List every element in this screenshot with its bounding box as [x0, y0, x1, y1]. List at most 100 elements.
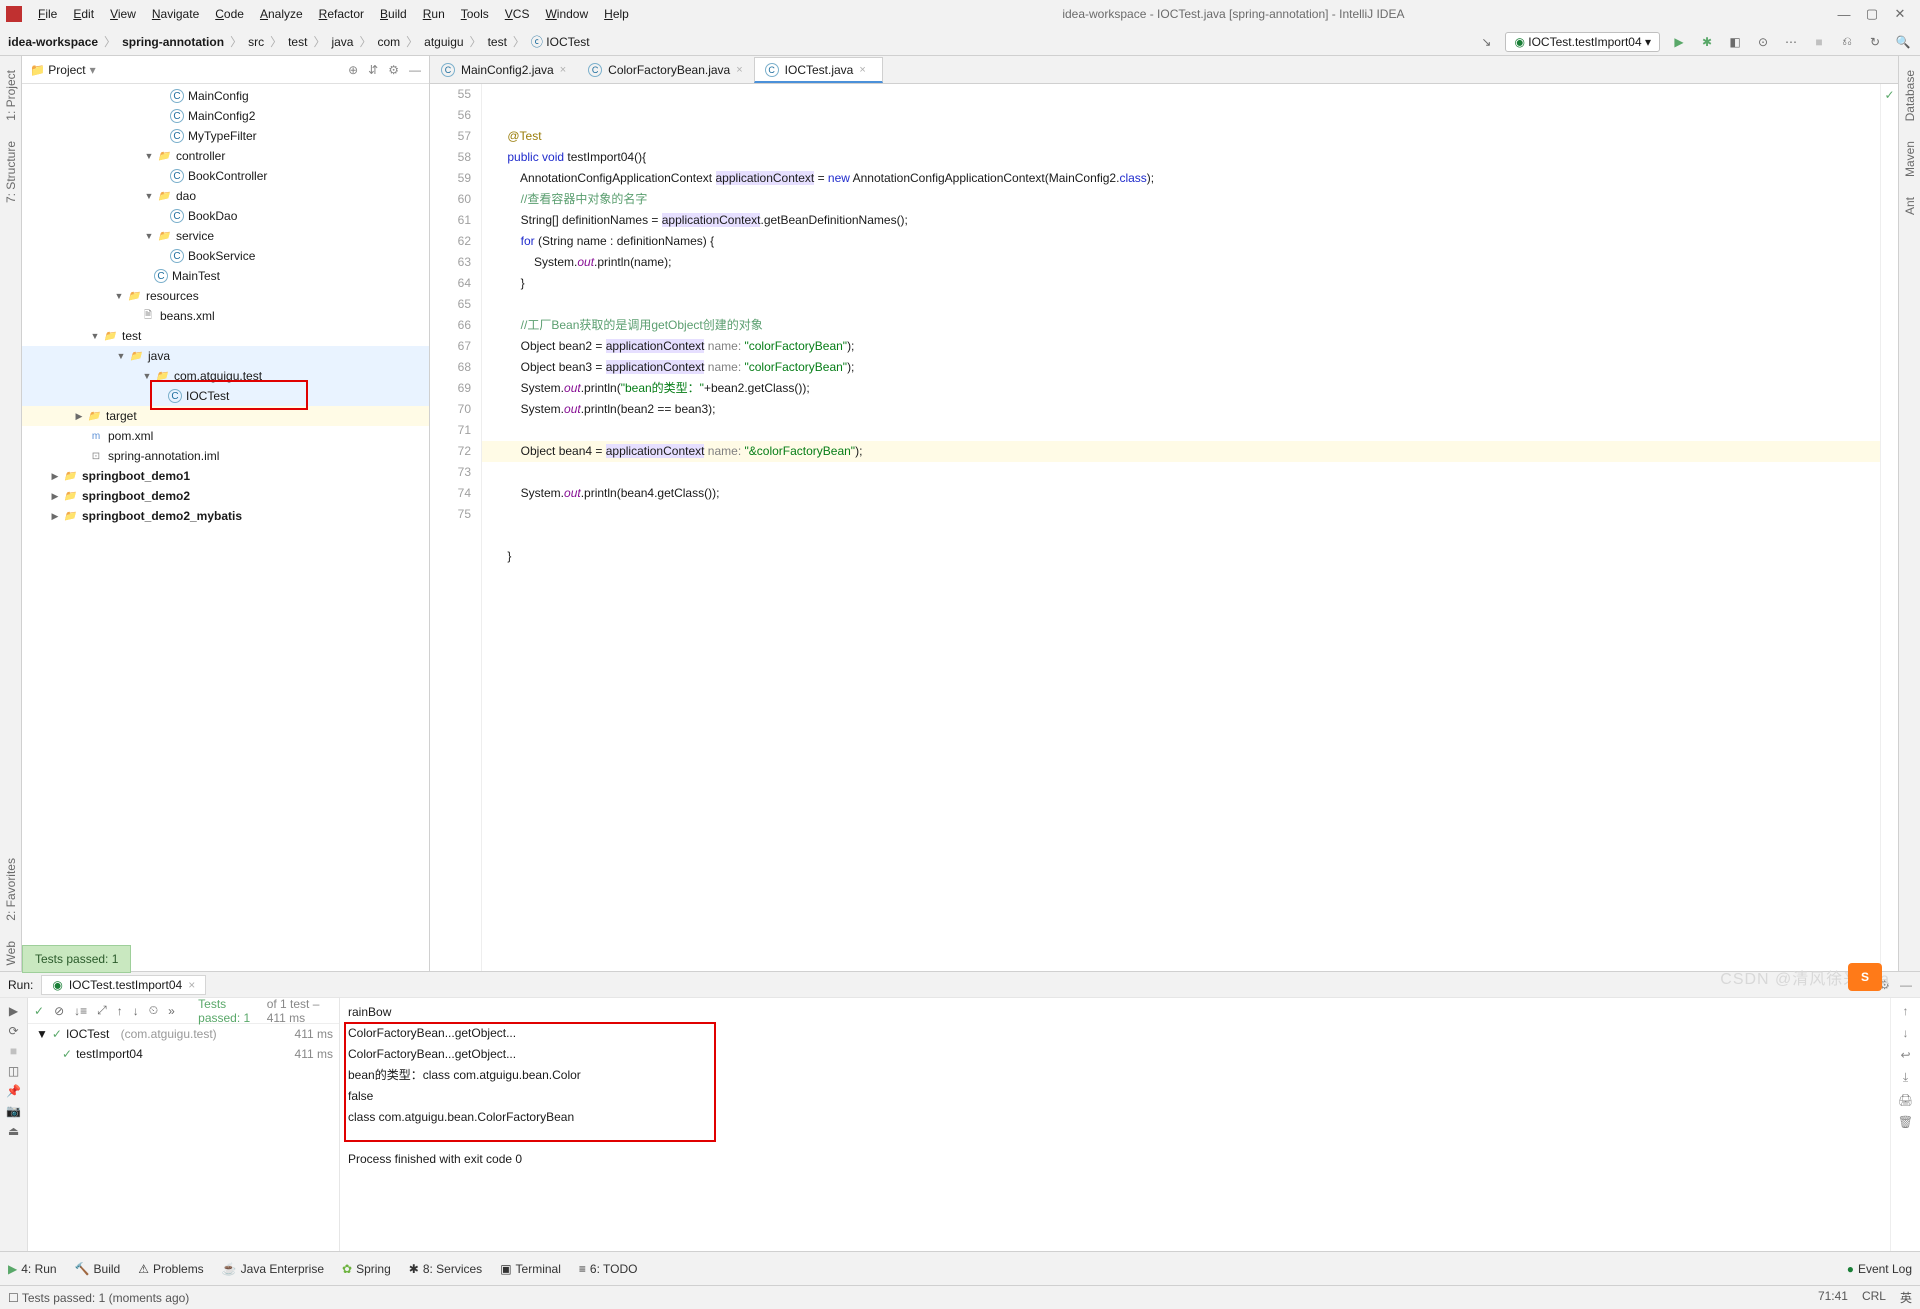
menu-refactor[interactable]: Refactor: [311, 7, 372, 21]
error-stripe[interactable]: ✓: [1880, 84, 1898, 971]
ime-lang[interactable]: 英: [1900, 1289, 1912, 1306]
locate-icon[interactable]: ⊕: [348, 63, 358, 77]
coverage-icon[interactable]: ◧: [1726, 35, 1744, 49]
test-console[interactable]: rainBow ColorFactoryBean...getObject... …: [340, 998, 1890, 1251]
check-icon[interactable]: ✓: [34, 1004, 44, 1018]
down-icon[interactable]: ↓: [133, 1004, 139, 1018]
camera-icon[interactable]: 📷: [6, 1104, 21, 1118]
project-tree[interactable]: CMainConfig CMainConfig2 CMyTypeFilter ▼…: [22, 84, 429, 971]
tree-mainconfig[interactable]: MainConfig: [188, 89, 249, 103]
expand-icon[interactable]: ⤢: [97, 1003, 107, 1018]
crumb-src[interactable]: src: [248, 35, 264, 49]
build-icon[interactable]: ↘: [1477, 35, 1495, 49]
crumb-class[interactable]: IOCTest: [546, 35, 589, 49]
tab-colorfactorybean[interactable]: CColorFactoryBean.java×: [577, 57, 754, 83]
crumb-java[interactable]: java: [331, 35, 353, 49]
menu-run[interactable]: Run: [415, 7, 453, 21]
bottom-javaee[interactable]: ☕Java Enterprise: [222, 1262, 324, 1276]
history-icon[interactable]: ⏲: [149, 1003, 158, 1018]
close-icon[interactable]: ×: [188, 978, 195, 992]
menu-window[interactable]: Window: [537, 7, 596, 21]
rail-favorites[interactable]: 2: Favorites: [4, 852, 18, 927]
layout-icon[interactable]: ◫: [8, 1064, 19, 1078]
maximize-button[interactable]: ▢: [1858, 6, 1886, 22]
bottom-eventlog[interactable]: ●Event Log: [1847, 1262, 1912, 1276]
menu-navigate[interactable]: Navigate: [144, 7, 207, 21]
ime-indicator-icon[interactable]: S: [1848, 963, 1882, 991]
run-icon[interactable]: ▶: [1670, 35, 1688, 49]
rail-project[interactable]: 1: Project: [4, 64, 18, 127]
menu-build[interactable]: Build: [372, 7, 415, 21]
tab-mainconfig2[interactable]: CMainConfig2.java×: [430, 57, 577, 83]
rail-structure[interactable]: 7: Structure: [4, 135, 18, 209]
menu-code[interactable]: Code: [207, 7, 252, 21]
crumb-test[interactable]: test: [288, 35, 307, 49]
close-button[interactable]: ✕: [1886, 6, 1914, 22]
tab-ioctest[interactable]: CIOCTest.java×: [754, 57, 883, 83]
print-icon[interactable]: 🖨: [1898, 1093, 1913, 1107]
update-icon[interactable]: ↻: [1866, 35, 1884, 49]
tree-target[interactable]: target: [106, 409, 137, 423]
search-icon[interactable]: 🔍: [1894, 35, 1912, 49]
tree-demo1[interactable]: springboot_demo1: [82, 469, 190, 483]
stop-icon[interactable]: ■: [10, 1044, 17, 1058]
soft-wrap-icon[interactable]: ↩: [1900, 1048, 1910, 1062]
tree-mainconfig2[interactable]: MainConfig2: [188, 109, 255, 123]
exit-icon[interactable]: ⏏: [8, 1124, 19, 1138]
tree-java[interactable]: java: [148, 349, 170, 363]
gear-icon[interactable]: ⚙: [388, 63, 399, 77]
run-tab[interactable]: ◉IOCTest.testImport04×: [41, 975, 206, 995]
tree-mytypefilter[interactable]: MyTypeFilter: [188, 129, 257, 143]
toggle-icon[interactable]: ⟳: [8, 1024, 18, 1038]
crumb-workspace[interactable]: idea-workspace: [8, 35, 98, 49]
run-config-selector[interactable]: ◉ IOCTest.testImport04 ▾: [1505, 32, 1660, 52]
bottom-run[interactable]: ▶4: Run: [8, 1262, 57, 1276]
bottom-todo[interactable]: ≡6: TODO: [579, 1262, 638, 1276]
attach-icon[interactable]: ⋯: [1782, 35, 1800, 49]
profile-icon[interactable]: ⊙: [1754, 35, 1772, 49]
crumb-module[interactable]: spring-annotation: [122, 35, 224, 49]
close-icon[interactable]: ×: [560, 64, 566, 76]
crumb-testpkg[interactable]: test: [488, 35, 507, 49]
clear-icon[interactable]: 🗑: [1898, 1115, 1913, 1129]
tree-dao[interactable]: dao: [176, 189, 196, 203]
stop-icon[interactable]: ■: [1810, 35, 1828, 49]
tree-pkg[interactable]: com.atguigu.test: [174, 369, 262, 383]
test-root[interactable]: ▼✓IOCTest (com.atguigu.test)411 ms: [28, 1024, 339, 1044]
test-item[interactable]: ✓testImport04411 ms: [28, 1044, 339, 1064]
rail-maven[interactable]: Maven: [1903, 135, 1917, 183]
up-icon[interactable]: ↑: [117, 1004, 123, 1018]
bottom-build[interactable]: 🔨Build: [75, 1262, 121, 1276]
bottom-terminal[interactable]: ▣Terminal: [500, 1262, 561, 1276]
tree-bookdao[interactable]: BookDao: [188, 209, 237, 223]
minimize-button[interactable]: —: [1830, 7, 1858, 22]
tree-maintest[interactable]: MainTest: [172, 269, 220, 283]
pin-icon[interactable]: 📌: [6, 1084, 21, 1098]
tree-test[interactable]: test: [122, 329, 141, 343]
tree-controller[interactable]: controller: [176, 149, 225, 163]
bottom-spring[interactable]: ✿Spring: [342, 1262, 391, 1276]
down-arrow-icon[interactable]: ↓: [1903, 1026, 1909, 1040]
tree-demo2[interactable]: springboot_demo2: [82, 489, 190, 503]
code-editor[interactable]: 5556575859606162636465666768697071727374…: [430, 84, 1898, 971]
menu-analyze[interactable]: Analyze: [252, 7, 311, 21]
tree-bookservice[interactable]: BookService: [188, 249, 255, 263]
rerun-icon[interactable]: ▶: [9, 1004, 18, 1018]
panel-dropdown-icon[interactable]: ▾: [90, 63, 96, 77]
debug-icon[interactable]: ✱: [1698, 35, 1716, 49]
close-icon[interactable]: ×: [736, 64, 742, 76]
rail-database[interactable]: Database: [1903, 64, 1917, 127]
tree-pom[interactable]: pom.xml: [108, 429, 153, 443]
tree-service[interactable]: service: [176, 229, 214, 243]
bottom-services[interactable]: ✱8: Services: [409, 1262, 482, 1276]
tree-resources[interactable]: resources: [146, 289, 199, 303]
hide-icon[interactable]: —: [1900, 978, 1912, 992]
bottom-problems[interactable]: ⚠Problems: [138, 1262, 203, 1276]
tree-beansxml[interactable]: beans.xml: [160, 309, 215, 323]
up-arrow-icon[interactable]: ↑: [1903, 1004, 1909, 1018]
crumb-com[interactable]: com: [377, 35, 400, 49]
scroll-end-icon[interactable]: ⤓: [1903, 1070, 1908, 1085]
collapse-icon[interactable]: ⇵: [368, 63, 378, 77]
fail-filter-icon[interactable]: ⊘: [54, 1004, 64, 1018]
tree-iml[interactable]: spring-annotation.iml: [108, 449, 219, 463]
